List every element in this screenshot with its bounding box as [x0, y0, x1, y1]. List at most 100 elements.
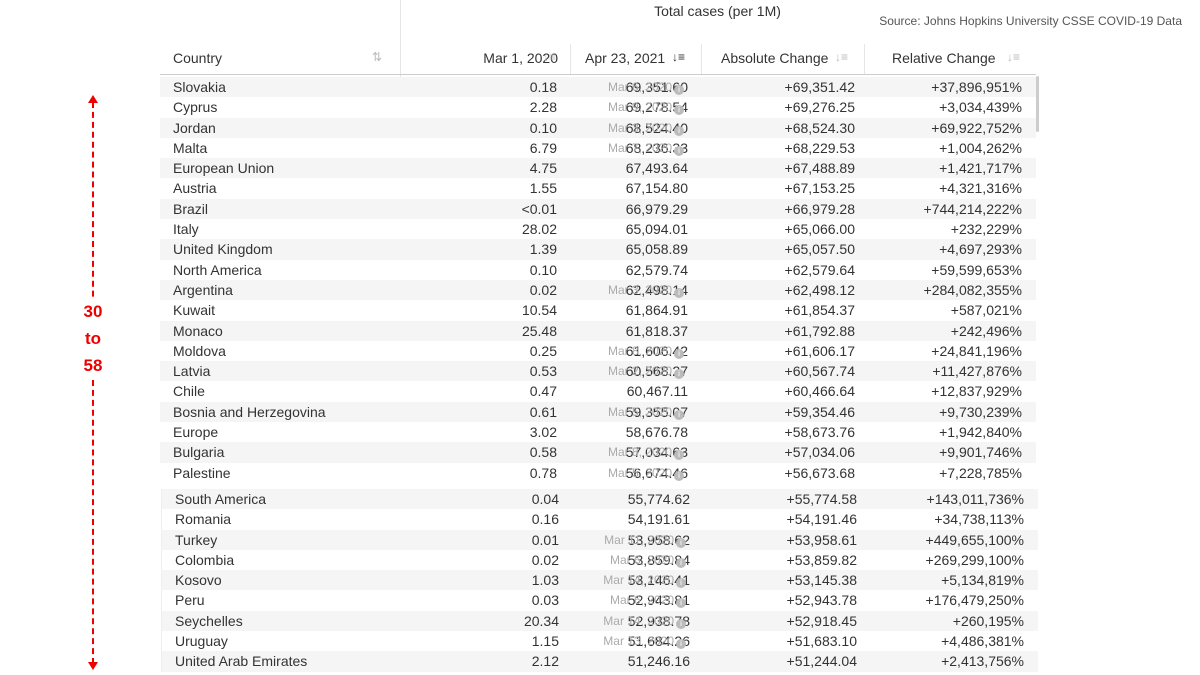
info-icon[interactable]: i [676, 598, 686, 609]
sort-desc-icon[interactable]: ↓≡ [672, 50, 685, 64]
apr-2021-value: 55,774.62 [627, 491, 690, 507]
table-row[interactable]: Malta 6.79 68,236.33 +68,229.53 +1,004,262% M… [160, 138, 1036, 158]
header-country[interactable]: Country [173, 50, 222, 66]
mar-2020-value: 3.02 [529, 424, 557, 441]
data-date-note: Mar 14, 2020 i [603, 570, 686, 590]
data-date-note: Mar 11, 2020 i [604, 530, 686, 550]
table-row[interactable]: Austria 1.55 67,154.80 +67,153.25 +4,321,316… [160, 178, 1036, 198]
data-date-note: Mar 2, 2020 i [608, 361, 684, 381]
apr-2021-value: 66,979.29 [625, 200, 688, 217]
mar-2020-value: 0.61 [529, 403, 557, 420]
data-date-note: Mar 6, 2020 i [610, 590, 686, 610]
country-cell: Malta [173, 139, 208, 156]
scrollbar[interactable] [1036, 76, 1039, 132]
sort-icon[interactable]: ⇅ [372, 50, 382, 64]
info-icon[interactable]: i [676, 618, 686, 629]
table-row[interactable]: North America 0.10 62,579.74 +62,579.64 +59,… [160, 260, 1036, 280]
table-row[interactable]: United Kingdom 1.39 65,058.89 +65,057.50 +4,… [160, 239, 1036, 260]
relative-change-value: +4,321,316% [939, 180, 1022, 197]
table-row[interactable]: Chile 0.47 60,467.11 +60,466.64 +12,837,929% [160, 381, 1036, 401]
table-row[interactable]: Brazil <0.01 66,979.29 +66,979.28 +744,214,2… [160, 198, 1036, 220]
info-icon[interactable]: i [674, 409, 684, 420]
source-note: Source: Johns Hopkins University CSSE CO… [879, 14, 1182, 28]
table-header: Country ⇅ Mar 1, 2020 ↓≡ Apr 23, 2021 ↓≡… [160, 44, 1036, 75]
info-icon[interactable]: i [676, 537, 686, 548]
info-icon[interactable]: i [674, 470, 684, 481]
absolute-change-value: +67,488.89 [784, 160, 855, 177]
sort-icon[interactable]: ↓≡ [1007, 50, 1020, 64]
info-icon[interactable]: i [676, 578, 686, 589]
table-row[interactable]: United Arab Emirates 2.12 51,246.16 +51,244… [162, 651, 1038, 672]
table-row[interactable]: European Union 4.75 67,493.64 +67,488.89 +1,… [160, 158, 1036, 179]
table-row[interactable]: Turkey 0.01 53,958.62 +53,958.61 +449,655,10… [162, 529, 1038, 550]
country-cell: Cyprus [173, 99, 218, 116]
header-absolute-change[interactable]: Absolute Change [721, 50, 828, 66]
info-icon[interactable]: i [676, 639, 686, 650]
sort-icon[interactable]: ↓≡ [543, 50, 556, 64]
table-row[interactable]: South America 0.04 55,774.62 +55,774.58 +143… [162, 489, 1038, 510]
absolute-change-value: +53,145.38 [786, 572, 857, 589]
table-row[interactable]: Bosnia and Herzegovina 0.61 59,355.07 +59,3… [160, 401, 1036, 423]
country-cell: Seychelles [175, 612, 243, 629]
header-apr-2021[interactable]: Apr 23, 2021 [585, 50, 665, 66]
relative-change-value: +1,942,840% [939, 424, 1022, 441]
data-date-note: Mar 13, 2020 i [603, 631, 686, 651]
country-cell: Monaco [173, 322, 223, 339]
absolute-change-value: +60,466.64 [784, 383, 855, 400]
country-cell: Kosovo [175, 572, 222, 589]
country-cell: Chile [173, 383, 205, 400]
country-cell: Bulgaria [173, 444, 225, 461]
data-date-note: Mar 5, 2020 i [608, 463, 684, 483]
info-icon[interactable]: i [674, 369, 684, 380]
country-cell: Moldova [173, 342, 226, 359]
info-icon[interactable]: i [676, 557, 686, 568]
table-row[interactable]: Peru 0.03 52,943.81 +52,943.78 +176,479,250%… [162, 590, 1038, 610]
table-row[interactable]: Colombia 0.02 53,859.84 +53,859.82 +269,299,… [162, 550, 1038, 570]
table-row[interactable]: Slovakia 0.18 69,351.60 +69,351.42 +37,896,9… [160, 77, 1036, 98]
absolute-change-value: +65,066.00 [784, 221, 855, 238]
data-date-note: Mar 7, 2020 i [608, 138, 684, 158]
table-row[interactable]: Monaco 25.48 61,818.37 +61,792.88 +242,496% [160, 320, 1036, 341]
absolute-change-value: +52,943.78 [786, 592, 857, 609]
header-relative-change[interactable]: Relative Change [892, 50, 996, 66]
absolute-change-value: +52,918.45 [786, 612, 857, 629]
data-date-note: Mar 6, 2020 i [610, 550, 686, 570]
table-row[interactable]: Romania 0.16 54,191.61 +54,191.46 +34,738,11… [162, 509, 1038, 529]
table-row[interactable]: Argentina 0.02 62,498.14 +62,498.12 +284,082… [160, 279, 1036, 301]
info-icon[interactable]: i [674, 287, 684, 298]
table-row[interactable]: Jordan 0.10 68,524.40 +68,524.30 +69,922,752… [160, 117, 1036, 138]
table-row[interactable]: Kosovo 1.03 53,146.41 +53,145.38 +5,134,819%… [162, 570, 1038, 591]
relative-change-value: +1,421,717% [939, 160, 1022, 177]
table-row[interactable]: Uruguay 1.15 51,684.26 +51,683.10 +4,486,381… [162, 631, 1038, 651]
relative-change-value: +11,427,876% [932, 363, 1022, 380]
table-row[interactable]: Kuwait 10.54 61,864.91 +61,854.37 +587,021% [160, 300, 1036, 320]
info-icon[interactable]: i [674, 105, 684, 116]
table-row[interactable]: Bulgaria 0.58 57,034.63 +57,034.06 +9,901,74… [160, 442, 1036, 463]
mar-2020-value: 2.12 [531, 653, 559, 670]
table-row[interactable]: Palestine 0.78 56,674.46 +56,673.68 +7,228,7… [160, 463, 1036, 483]
table-row[interactable]: Italy 28.02 65,094.01 +65,066.00 +232,229% [160, 219, 1036, 239]
relative-change-value: +37,896,951% [931, 79, 1022, 95]
apr-2021-value: 58,676.78 [625, 424, 688, 441]
absolute-change-value: +68,524.30 [784, 119, 855, 136]
table-row[interactable]: Cyprus 2.28 69,278.54 +69,276.25 +3,034,439%… [160, 97, 1036, 117]
relative-change-value: +4,486,381% [941, 633, 1024, 650]
country-cell: Jordan [173, 119, 216, 136]
country-cell: Bosnia and Herzegovina [173, 403, 326, 420]
mar-2020-value: 0.10 [529, 119, 557, 136]
data-date: Mar 14, 2020 [603, 573, 674, 588]
info-icon[interactable]: i [674, 145, 684, 156]
country-cell: Colombia [175, 551, 235, 568]
info-icon[interactable]: i [674, 85, 684, 95]
info-icon[interactable]: i [674, 348, 684, 359]
info-icon[interactable]: i [674, 125, 684, 136]
sort-icon[interactable]: ↓≡ [835, 50, 848, 64]
relative-change-value: +449,655,100% [925, 531, 1024, 548]
relative-change-value: +587,021% [950, 302, 1022, 319]
table-row[interactable]: Seychelles 20.34 52,938.78 +52,918.45 +260,1… [162, 610, 1038, 632]
relative-change-value: +269,299,100% [925, 551, 1024, 568]
table-row[interactable]: Europe 3.02 58,676.78 +58,673.76 +1,942,840% [160, 422, 1036, 442]
table-row[interactable]: Latvia 0.53 60,568.27 +60,567.74 +11,427,876… [160, 361, 1036, 382]
table-row[interactable]: Moldova 0.25 61,606.42 +61,606.17 +24,841,19… [160, 341, 1036, 361]
info-icon[interactable]: i [674, 450, 684, 461]
